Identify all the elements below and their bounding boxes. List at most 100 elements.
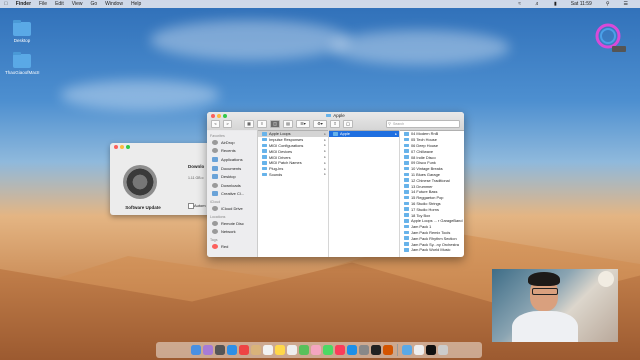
ring-light bbox=[598, 271, 614, 287]
webcam-overlay bbox=[492, 269, 618, 342]
folder-icon bbox=[404, 155, 409, 159]
apple-menu-icon[interactable]:  bbox=[4, 1, 8, 7]
folder-icon bbox=[262, 166, 267, 171]
screen-stack-icon[interactable] bbox=[425, 345, 436, 355]
share-icon[interactable]: ⇧ bbox=[330, 120, 340, 128]
dock bbox=[156, 342, 482, 358]
menu-view[interactable]: View bbox=[72, 1, 83, 7]
auto-update-label: Autom bbox=[194, 203, 206, 208]
document-icon bbox=[212, 165, 218, 171]
folder-icon bbox=[404, 213, 409, 217]
folder-icon bbox=[404, 166, 409, 171]
siri-icon[interactable] bbox=[202, 345, 213, 355]
software-update-window[interactable]: Software Update Downlo 1.11 GB o Autom bbox=[110, 143, 215, 215]
menu-bar:  Finder File Edit View Go Window Help ≈… bbox=[0, 0, 640, 8]
gallery-view-button[interactable]: ▤ bbox=[283, 120, 293, 128]
folder-icon bbox=[404, 248, 409, 252]
desktop-folder[interactable]: Desktop bbox=[5, 20, 39, 43]
search-input[interactable]: ⚲ Search bbox=[386, 120, 460, 128]
wifi-icon[interactable]: ≈ bbox=[518, 1, 521, 7]
folder-icon bbox=[212, 191, 218, 197]
tags-icon[interactable]: ◯ bbox=[343, 120, 353, 128]
sidebar-item-network[interactable]: Network bbox=[207, 227, 257, 236]
folder-icon bbox=[404, 230, 409, 235]
forward-button[interactable]: > bbox=[223, 120, 232, 128]
folder-icon bbox=[404, 207, 409, 212]
icon-view-button[interactable]: ▦ bbox=[244, 120, 254, 128]
software-update-title: Software Update bbox=[125, 205, 161, 210]
menu-edit[interactable]: Edit bbox=[55, 1, 64, 7]
group-button[interactable]: ☰▾ bbox=[296, 120, 310, 128]
presenter-hair bbox=[528, 272, 560, 286]
calendar-icon[interactable] bbox=[262, 345, 273, 355]
finder-titlebar[interactable]: Apple < > ▦ ≡ ◫ ▤ ☰▾ ⚙▾ ⇧ ◯ ⚲ Search bbox=[207, 112, 464, 131]
battery-icon[interactable]: ▮ bbox=[554, 1, 557, 7]
sidebar-item-creative-cloud[interactable]: Creative Cl... bbox=[207, 190, 257, 199]
chrome-icon[interactable] bbox=[238, 345, 249, 355]
system-preferences-icon[interactable] bbox=[358, 345, 369, 355]
launchpad-icon[interactable] bbox=[214, 345, 225, 355]
menu-finder[interactable]: Finder bbox=[16, 1, 31, 7]
folder-icon bbox=[262, 155, 267, 159]
zoom-button[interactable] bbox=[126, 145, 130, 149]
desktop-folder[interactable]: ThaoGiaoofMacII bbox=[5, 52, 40, 75]
action-gear-icon[interactable]: ⚙▾ bbox=[313, 120, 327, 128]
sidebar-item-desktop[interactable]: Desktop bbox=[207, 172, 257, 181]
downloads-stack-icon[interactable] bbox=[401, 345, 412, 355]
menu-file[interactable]: File bbox=[39, 1, 47, 7]
clapper-icon[interactable] bbox=[370, 345, 381, 355]
app-store-icon[interactable] bbox=[346, 345, 357, 355]
safari-icon[interactable] bbox=[226, 345, 237, 355]
minimize-button[interactable] bbox=[120, 145, 124, 149]
sidebar-item-airdrop[interactable]: AirDrop bbox=[207, 138, 257, 147]
list-item[interactable]: Sounds ▸ bbox=[258, 172, 328, 178]
download-size: 1.11 GB o bbox=[188, 176, 204, 180]
finder-icon[interactable] bbox=[190, 345, 201, 355]
sidebar-item-applications[interactable]: Applications bbox=[207, 155, 257, 164]
back-button[interactable]: < bbox=[211, 120, 220, 128]
sidebar-item-icloud-drive[interactable]: iCloud Drive bbox=[207, 204, 257, 213]
window-title: Apple bbox=[207, 113, 464, 118]
chevron-right-icon: ▸ bbox=[324, 131, 326, 136]
finder-window[interactable]: Apple < > ▦ ≡ ◫ ▤ ☰▾ ⚙▾ ⇧ ◯ ⚲ Search Fav… bbox=[207, 112, 464, 257]
column-1: Apple Loops ▸ Impulse Responses ▸ MIDI Con… bbox=[258, 130, 329, 257]
chevron-right-icon: ▸ bbox=[324, 137, 326, 142]
menubar-clock[interactable]: Sat 11:59 bbox=[571, 1, 592, 7]
sidebar-item-documents[interactable]: Documents bbox=[207, 164, 257, 173]
app-icon[interactable] bbox=[382, 345, 393, 355]
applications-icon bbox=[212, 156, 218, 162]
search-placeholder: Search bbox=[393, 122, 405, 126]
folder-icon bbox=[404, 161, 409, 165]
folder-icon bbox=[262, 172, 267, 177]
volume-icon[interactable]: ♬ bbox=[535, 1, 540, 7]
messages-icon[interactable] bbox=[322, 345, 333, 355]
sidebar-item-remote-disc[interactable]: Remote Disc bbox=[207, 219, 257, 228]
list-view-button[interactable]: ≡ bbox=[257, 120, 267, 128]
folder-icon bbox=[262, 132, 267, 136]
list-item[interactable]: Jam Pack World Music bbox=[400, 247, 464, 253]
dock-separator bbox=[396, 344, 398, 356]
close-button[interactable] bbox=[114, 145, 118, 149]
sidebar-item-recents[interactable]: Recents bbox=[207, 147, 257, 156]
notes-icon[interactable] bbox=[274, 345, 285, 355]
maps-icon[interactable] bbox=[298, 345, 309, 355]
chevron-right-icon: ▸ bbox=[324, 172, 326, 177]
column-view-button[interactable]: ◫ bbox=[270, 120, 280, 128]
reminders-icon[interactable] bbox=[286, 345, 297, 355]
sidebar-item-downloads[interactable]: Downloads bbox=[207, 181, 257, 190]
contacts-icon[interactable] bbox=[250, 345, 261, 355]
list-item-selected[interactable]: Apple ▸ bbox=[329, 131, 399, 137]
folder-icon bbox=[404, 236, 409, 241]
search-icon[interactable]: ⚲ bbox=[606, 1, 610, 7]
folder-icon bbox=[404, 172, 409, 177]
desktop-folder-label: Desktop bbox=[13, 38, 31, 43]
document-stack-icon[interactable] bbox=[413, 345, 424, 355]
trash-icon[interactable] bbox=[437, 345, 448, 355]
music-icon[interactable] bbox=[334, 345, 345, 355]
menu-window[interactable]: Window bbox=[105, 1, 123, 7]
notification-center-icon[interactable]: ☰ bbox=[624, 1, 628, 7]
menu-help[interactable]: Help bbox=[131, 1, 141, 7]
menu-go[interactable]: Go bbox=[90, 1, 97, 7]
photos-icon[interactable] bbox=[310, 345, 321, 355]
sidebar-item-tag-red[interactable]: Red bbox=[207, 242, 257, 251]
